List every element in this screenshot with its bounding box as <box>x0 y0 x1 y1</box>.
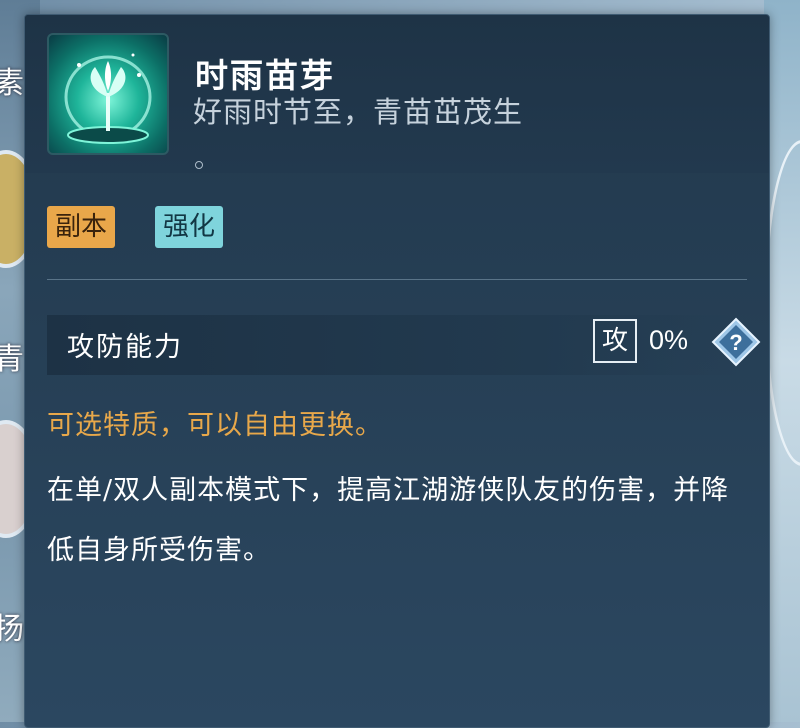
tooltip-header: 时雨苗芽 好雨时节至，青苗茁茂生 <box>25 15 769 173</box>
stat-label: 攻防能力 <box>67 332 183 363</box>
background-char: 扬 <box>0 612 24 647</box>
stat-row: 攻防能力 攻 0% ? <box>47 315 761 375</box>
item-tooltip-panel: 时雨苗芽 好雨时节至，青苗茁茂生 副本 强化 攻防能力 攻 0% ? 可选特质，… <box>24 14 770 728</box>
item-subtitle: 好雨时节至，青苗茁茂生 <box>193 95 524 129</box>
background-char: 青 <box>0 342 24 377</box>
divider <box>47 279 747 280</box>
glowing-sprout-icon <box>47 33 169 155</box>
trait-highlight-text: 可选特质，可以自由更换。 <box>47 410 383 441</box>
question-diamond-icon[interactable]: ? <box>711 317 761 367</box>
background-char: 素 <box>0 66 24 101</box>
trait-description: 在单/双人副本模式下，提高江湖游侠队友的伤害，并降低自身所受伤害。 <box>47 475 730 566</box>
svg-text:?: ? <box>729 330 742 355</box>
stat-value: 0% <box>649 325 689 355</box>
tag-dungeon: 副本 <box>47 206 116 248</box>
subtitle-period <box>195 161 203 169</box>
attack-badge: 攻 <box>593 319 637 363</box>
tag-enhance: 强化 <box>155 206 224 248</box>
